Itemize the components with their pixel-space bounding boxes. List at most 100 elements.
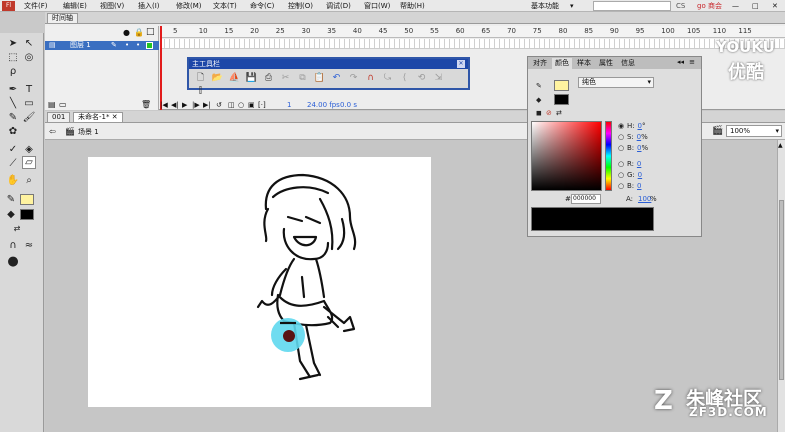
menu-control[interactable]: 控制(O) <box>288 0 313 12</box>
fill-color-swatch[interactable] <box>20 209 34 220</box>
new-folder-icon[interactable]: ▭ <box>59 100 67 109</box>
new-layer-icon[interactable]: ▤ <box>48 100 56 109</box>
loop-icon[interactable]: ↺ <box>216 100 222 110</box>
outline-icon[interactable]: □ <box>146 27 155 37</box>
stroke-color-swatch[interactable] <box>20 194 34 205</box>
panel-fill-swatch[interactable] <box>554 94 569 105</box>
eye-icon[interactable]: ● <box>123 28 130 37</box>
snap-magnet-icon[interactable]: ∩ <box>6 239 20 252</box>
tab-doc-id[interactable]: 001 <box>47 112 71 122</box>
s-radio[interactable]: ○ <box>618 133 624 141</box>
snap-icon[interactable]: ∩ <box>363 72 378 85</box>
h-radio[interactable]: ◉ <box>618 122 624 130</box>
paint-bucket-icon[interactable]: ◈ <box>22 143 36 156</box>
redo-icon[interactable]: ↷ <box>346 72 361 85</box>
close-icon[interactable]: ✕ <box>457 60 465 68</box>
step-forward-icon[interactable]: |▶ <box>192 100 200 110</box>
goto-last-icon[interactable]: ▶| <box>203 100 211 110</box>
playhead[interactable] <box>160 26 162 110</box>
save-icon[interactable]: 💾 <box>244 72 259 85</box>
onion-markers-icon[interactable]: [·] <box>258 100 266 110</box>
no-color-icon[interactable]: ⊘ <box>546 109 552 118</box>
minimize-icon[interactable]: — <box>732 0 739 12</box>
edit-multiple-icon[interactable]: ▣ <box>248 100 255 110</box>
layer-row[interactable]: ▤ 图层 1 ✎ • • <box>45 41 159 50</box>
fill-type-select[interactable]: 纯色 ▾ <box>578 77 654 88</box>
menu-commands[interactable]: 命令(C) <box>250 0 274 12</box>
lock-icon[interactable]: 🔒 <box>134 28 144 37</box>
scene-name[interactable]: 场景 1 <box>78 127 99 137</box>
new-file-icon[interactable]: 🗋 <box>193 72 208 85</box>
scroll-up-icon[interactable]: ▲ <box>778 142 783 149</box>
print-icon[interactable]: ⎙ <box>261 72 276 85</box>
g-value[interactable]: 0 <box>638 171 642 179</box>
onion-skin-icon[interactable]: ◫ <box>228 100 235 110</box>
menu-text[interactable]: 文本(T) <box>213 0 237 12</box>
b-radio[interactable]: ○ <box>618 144 624 152</box>
bridge-icon[interactable]: ⛵ <box>227 72 242 85</box>
menu-file[interactable]: 文件(F) <box>24 0 48 12</box>
swap-colors-icon[interactable]: ⇄ <box>556 109 562 118</box>
tab-align[interactable]: 对齐 <box>530 58 550 69</box>
lasso-tool-icon[interactable]: ρ <box>6 65 20 78</box>
brush-tool-icon[interactable]: 🖌 <box>22 111 36 124</box>
tab-color[interactable]: 颜色 <box>552 58 572 69</box>
cs-live-label[interactable]: CS <box>676 0 685 12</box>
back-arrow-icon[interactable]: ⇦ <box>49 127 56 136</box>
scrollbar-thumb[interactable] <box>779 200 784 380</box>
brush-size-icon[interactable]: ● <box>6 255 20 268</box>
smooth-icon[interactable]: ⤿ <box>380 72 395 85</box>
help-search-input[interactable] <box>593 1 671 11</box>
eraser-tool-icon[interactable]: ▱ <box>22 156 36 169</box>
r-radio[interactable]: ○ <box>618 160 624 168</box>
hand-tool-icon[interactable]: ✋ <box>6 174 20 187</box>
vertical-scrollbar[interactable]: ▲ <box>777 140 785 432</box>
blue-radio[interactable]: ○ <box>618 182 624 190</box>
panel-stroke-swatch[interactable] <box>554 80 569 91</box>
menu-window[interactable]: 窗口(W) <box>364 0 390 12</box>
smooth-option-icon[interactable]: ≈ <box>22 239 36 252</box>
rectangle-tool-icon[interactable]: ▭ <box>22 97 36 110</box>
pen-tool-icon[interactable]: ✒ <box>6 83 20 96</box>
menu-view[interactable]: 视图(V) <box>100 0 124 12</box>
character-drawing[interactable] <box>88 157 431 407</box>
swap-colors-icon[interactable]: ⇄ <box>10 222 24 235</box>
blue-value[interactable]: 0 <box>637 182 641 190</box>
eyedropper-icon[interactable]: ⟋ <box>6 157 20 170</box>
3d-rotation-icon[interactable]: ◎ <box>22 51 36 64</box>
bone-tool-icon[interactable]: ✓ <box>6 143 20 156</box>
deco-tool-icon[interactable]: ✿ <box>6 125 20 138</box>
subselection-tool-icon[interactable]: ↖ <box>22 37 36 50</box>
selection-tool-icon[interactable]: ➤ <box>6 37 20 50</box>
close-icon[interactable]: ✕ <box>772 0 778 12</box>
text-tool-icon[interactable]: T <box>22 83 36 96</box>
color-spectrum[interactable] <box>531 121 602 191</box>
fps-readout[interactable]: 24.00 fps <box>307 100 340 110</box>
copy-icon[interactable]: ⧉ <box>295 72 310 85</box>
zoom-tool-icon[interactable]: ⌕ <box>22 174 36 187</box>
menu-modify[interactable]: 修改(M) <box>176 0 202 12</box>
edit-scene-icon[interactable]: 🎬 <box>712 126 723 136</box>
menu-edit[interactable]: 编辑(E) <box>63 0 87 12</box>
tab-swatches[interactable]: 样本 <box>574 58 594 69</box>
panel-collapse-icon[interactable]: ◂◂ <box>674 57 687 68</box>
undo-icon[interactable]: ↶ <box>329 72 344 85</box>
frame-row[interactable] <box>160 39 785 49</box>
tab-properties[interactable]: 属性 <box>596 58 616 69</box>
workspace-switcher[interactable]: 基本功能 <box>531 0 559 12</box>
r-value[interactable]: 0 <box>637 160 641 168</box>
tab-info[interactable]: 信息 <box>618 58 638 69</box>
hue-slider[interactable] <box>605 121 612 191</box>
close-icon[interactable]: ✕ <box>112 113 118 121</box>
delete-layer-icon[interactable]: 🗑 <box>141 100 151 109</box>
hex-input[interactable]: 000000 <box>571 194 601 204</box>
chevron-down-icon[interactable]: ▾ <box>570 0 574 12</box>
rotate-icon[interactable]: ⟲ <box>414 72 429 85</box>
maximize-icon[interactable]: □ <box>752 0 759 12</box>
scale-icon[interactable]: ⇲ <box>431 72 446 85</box>
g-radio[interactable]: ○ <box>618 171 624 179</box>
zoom-dropdown[interactable]: 100% ▾ <box>726 125 782 137</box>
layer-visible-dot[interactable]: • <box>125 41 129 50</box>
frame-ruler[interactable]: 5 10 15 20 25 30 35 40 45 50 55 60 65 70 75 80 85 90 95 100… <box>160 26 785 38</box>
free-transform-icon[interactable]: ⬚ <box>6 51 20 64</box>
